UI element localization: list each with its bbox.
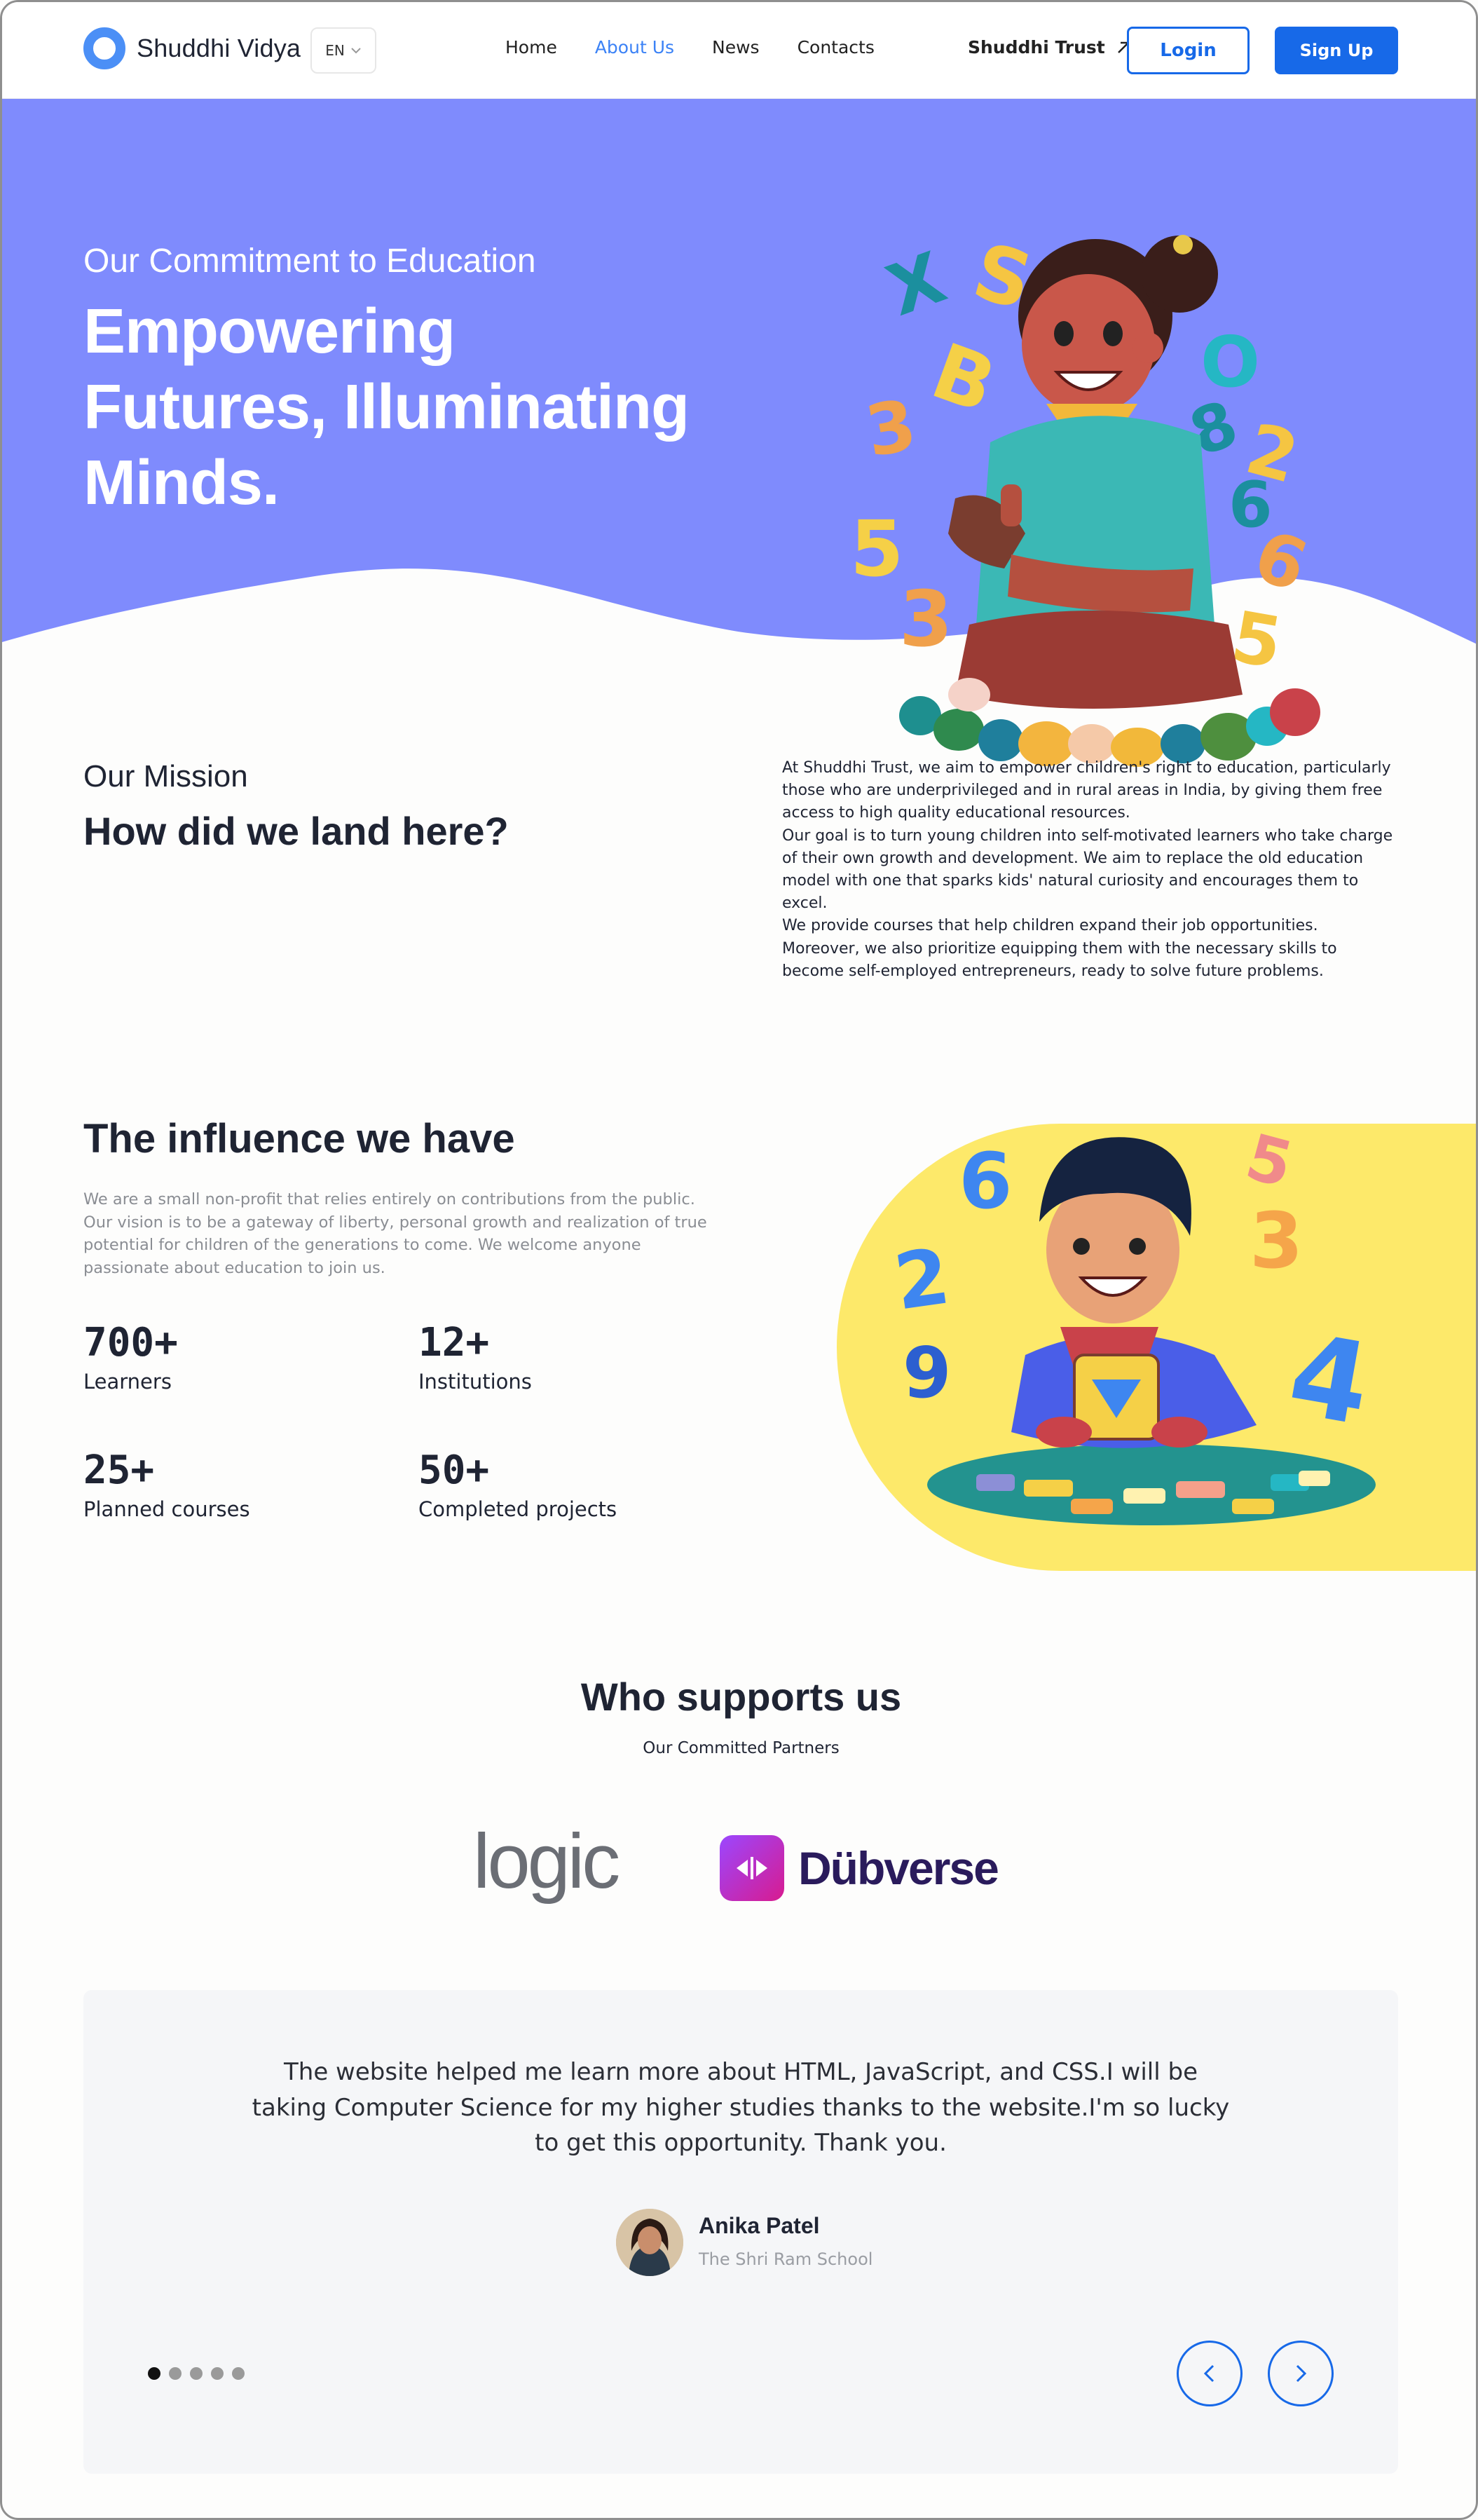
mission-paragraph: We provide courses that help children ex… [782,917,1337,980]
page: Shuddhi Vidya EN Home About Us News Cont… [0,0,1478,2520]
hero-section: X S B 3 5 3 O 8 2 6 6 5 Our Commitment t… [2,99,1476,767]
partner-dubverse-logo[interactable]: Dübverse [720,1835,999,1901]
hero-subtitle: Our Commitment to Education [83,243,536,280]
chevron-left-icon [1203,2364,1214,2383]
testimonial-author-name: Anika Patel [699,2213,820,2238]
svg-text:B: B [921,326,1007,430]
brand-logo[interactable]: Shuddhi Vidya [83,27,301,69]
svg-text:5: 5 [850,504,904,594]
mission-paragraph: Our goal is to turn young children into … [782,826,1393,913]
shuddhi-trust-link[interactable]: Shuddhi Trust [968,37,1132,57]
stat-value: 50+ [418,1448,490,1493]
top-navbar: Shuddhi Vidya EN Home About Us News Cont… [2,2,1476,99]
svg-text:3: 3 [860,383,922,472]
main-nav: Home About Us News Contacts [505,37,875,57]
svg-text:X: X [877,236,955,332]
stat-learners: 700+ Learners [83,1320,178,1394]
carousel-dot[interactable] [232,2367,245,2380]
chevron-right-icon [1296,2364,1307,2383]
supporters-title: Who supports us [580,1675,902,1719]
svg-text:6: 6 [959,1136,1013,1226]
boy-with-numbers-illustration: 6 2 9 5 3 4 [837,1120,1476,1571]
nav-contacts[interactable]: Contacts [798,37,875,57]
partner-logic-logo[interactable]: logic [473,1823,620,1900]
stat-planned-courses: 25+ Planned courses [83,1448,250,1521]
carousel-dot[interactable] [190,2367,203,2380]
svg-text:3: 3 [899,574,953,664]
testimonial-quote: The website helped me learn more about H… [252,2058,1230,2157]
nav-home[interactable]: Home [505,37,557,57]
trust-link-label: Shuddhi Trust [968,37,1105,57]
carousel-dots [148,2367,245,2380]
carousel-next-button[interactable] [1268,2341,1334,2406]
stat-completed-projects: 50+ Completed projects [418,1448,617,1521]
nav-about-us[interactable]: About Us [595,37,674,57]
influence-title: The influence we have [83,1116,515,1162]
carousel-dot[interactable] [211,2367,224,2380]
login-button[interactable]: Login [1127,27,1250,74]
language-value: EN [325,42,345,59]
brand-name: Shuddhi Vidya [137,34,301,62]
svg-text:9: 9 [903,1332,952,1414]
stat-label: Planned courses [83,1497,250,1521]
signup-button[interactable]: Sign Up [1275,27,1398,74]
mission-subtitle: Our Mission [83,759,248,794]
mission-paragraph: At Shuddhi Trust, we aim to empower chil… [782,759,1391,822]
testimonial-author-school: The Shri Ram School [699,2249,873,2269]
carousel-dot[interactable] [169,2367,182,2380]
stat-value: 700+ [83,1320,178,1365]
stat-value: 25+ [83,1448,155,1493]
testimonial-card: The website helped me learn more about H… [83,1990,1398,2474]
nav-news[interactable]: News [712,37,760,57]
supporters-subtitle: Our Committed Partners [643,1739,840,1757]
chevron-down-icon [351,48,361,54]
stat-label: Institutions [418,1370,532,1394]
carousel-dot[interactable] [148,2367,160,2380]
hero-title: Empowering Futures, Illuminating Minds. [83,297,690,518]
stat-institutions: 12+ Institutions [418,1320,532,1394]
mission-title: How did we land here? [83,809,509,853]
mission-text: At Shuddhi Trust, we aim to empower chil… [782,757,1399,983]
avatar [616,2209,683,2276]
dubverse-play-icon [720,1835,784,1901]
svg-text:3: 3 [1250,1196,1303,1286]
stat-label: Completed projects [418,1497,617,1521]
dubverse-wordmark: Dübverse [798,1842,999,1894]
stat-label: Learners [83,1370,172,1394]
carousel-prev-button[interactable] [1177,2341,1243,2406]
influence-description: We are a small non-profit that relies en… [83,1190,707,1277]
stat-value: 12+ [418,1320,490,1365]
girl-with-letters-illustration: X S B 3 5 3 O 8 2 6 6 5 [850,226,1320,767]
logo-ring-icon [83,27,125,69]
language-selector[interactable]: EN [310,27,376,74]
